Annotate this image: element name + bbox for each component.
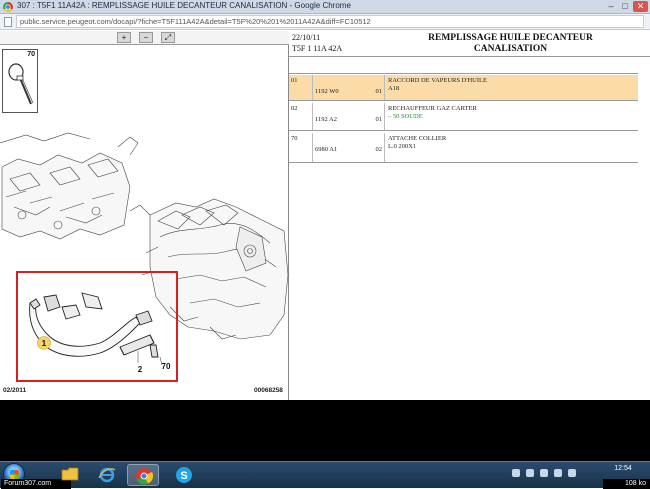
clock[interactable]: 12:54 [603, 465, 643, 472]
address-bar: public.service.peugeot.com/docapi/?fiche… [0, 14, 650, 30]
callout-70: 70 [162, 362, 171, 371]
row-index: 02 [291, 105, 298, 112]
windows-logo-icon [10, 470, 19, 479]
taskbar: Forum307.com S 12:54 108 ko [0, 461, 650, 489]
row-index: 01 [291, 77, 298, 84]
svg-text:S: S [180, 470, 187, 482]
row-ref[interactable]: 1192 A2 [315, 116, 337, 123]
folder-icon [61, 467, 79, 481]
tray-security-icon[interactable] [568, 469, 576, 477]
row-desc-cell: RACCORD DE VAPEURS D'HUILE A18 [385, 75, 638, 100]
chrome-icon [136, 468, 153, 485]
page-icon [4, 17, 12, 27]
page-content: + − ⤢ 70 1 2 70 02/2011 00068258 22/10/1… [0, 31, 650, 461]
row-index-cell: 02 [289, 103, 313, 130]
chrome-icon [3, 2, 13, 12]
minimize-button[interactable]: – [604, 1, 618, 12]
close-button[interactable]: ✕ [633, 1, 648, 12]
callout-2: 2 [138, 365, 143, 374]
row-description: RACCORD DE VAPEURS D'HUILE [388, 77, 487, 84]
tray-power-icon[interactable] [554, 469, 562, 477]
sheet-title-line2: CANALISATION [473, 44, 548, 54]
sheet-title: REMPLISSAGE HUILE DECANTEUR CANALISATION [381, 33, 640, 55]
row-ref[interactable]: 6980 A1 [315, 146, 337, 153]
skype-icon: S [176, 467, 192, 483]
row-ref-cell: 6980 A1 02 [313, 133, 385, 162]
taskbar-internet-explorer[interactable] [91, 464, 123, 486]
sheet-title-line1: REMPLISSAGE HUILE DECANTEUR [428, 33, 593, 43]
system-tray [512, 467, 602, 481]
table-top-rule [289, 73, 638, 74]
row-note: – 50 SOUDE [388, 113, 423, 120]
exploded-diagram: 1 2 70 [0, 132, 289, 382]
table-row[interactable]: 01 1192 W0 01 RACCORD DE VAPEURS D'HUILE… [289, 75, 638, 101]
diagram-date: 02/2011 [3, 387, 27, 394]
row-desc-cell: ATTACHE COLLIER L.0 200X1 [385, 133, 638, 162]
row-qty: 01 [375, 116, 383, 123]
callout-1: 1 [42, 339, 47, 348]
table-row[interactable]: 02 1192 A2 01 RECHAUFFEUR GAZ CARTER – 5… [289, 103, 638, 131]
row-ref-cell: 1192 W0 01 [313, 75, 385, 100]
sheet-date: 22/10/11 [292, 33, 321, 42]
window-title: 307 : T5F1 11A42A : REMPLISSAGE HUILE DE… [17, 1, 351, 10]
browser-window: 307 : T5F1 11A42A : REMPLISSAGE HUILE DE… [0, 0, 650, 489]
row-qty: 01 [375, 88, 383, 95]
row-index-cell: 70 [289, 133, 313, 162]
tray-volume-icon[interactable] [540, 469, 548, 477]
empty-area [0, 400, 650, 461]
part-box-number: 70 [27, 51, 35, 58]
row-description: ATTACHE COLLIER [388, 135, 447, 142]
diagram-toolbar: + − ⤢ [0, 31, 289, 45]
table-row[interactable]: 70 6980 A1 02 ATTACHE COLLIER L.0 200X1 [289, 133, 638, 163]
row-desc-cell: RECHAUFFEUR GAZ CARTER – 50 SOUDE [385, 103, 638, 130]
maximize-button[interactable]: □ [618, 1, 632, 12]
internet-explorer-icon [98, 467, 116, 483]
row-index: 70 [291, 135, 298, 142]
taskbar-chrome[interactable] [127, 464, 159, 486]
url-field[interactable]: public.service.peugeot.com/docapi/?fiche… [16, 15, 644, 28]
parts-list-pane: 22/10/11 T5F 1 11A 42A REMPLISSAGE HUILE… [289, 31, 650, 400]
row-note: L.0 200X1 [388, 143, 417, 150]
zoom-in-button[interactable]: + [117, 32, 131, 43]
diagram-pane: + − ⤢ 70 1 2 70 02/2011 00068258 [0, 31, 289, 400]
tray-network-icon[interactable] [526, 469, 534, 477]
row-ref-cell: 1192 A2 01 [313, 103, 385, 130]
row-index-cell: 01 [289, 75, 313, 100]
sheet-code: T5F 1 11A 42A [292, 44, 343, 53]
zoom-out-button[interactable]: − [139, 32, 153, 43]
cable-tie-icon [8, 63, 34, 105]
title-bar: 307 : T5F1 11A42A : REMPLISSAGE HUILE DE… [0, 0, 650, 14]
row-description: RECHAUFFEUR GAZ CARTER [388, 105, 477, 112]
fit-button[interactable]: ⤢ [161, 32, 175, 43]
row-ref[interactable]: 1192 W0 [315, 88, 339, 95]
taskbar-explorer[interactable] [54, 464, 86, 486]
row-qty: 02 [375, 146, 383, 153]
tray-flag-icon[interactable] [512, 469, 520, 477]
diagram-ref: 00068258 [254, 387, 283, 394]
sheet-header: 22/10/11 T5F 1 11A 42A REMPLISSAGE HUILE… [289, 31, 650, 57]
row-note: A18 [388, 85, 400, 92]
part-70-thumbnail[interactable]: 70 [2, 49, 38, 113]
taskbar-skype[interactable]: S [168, 464, 200, 486]
